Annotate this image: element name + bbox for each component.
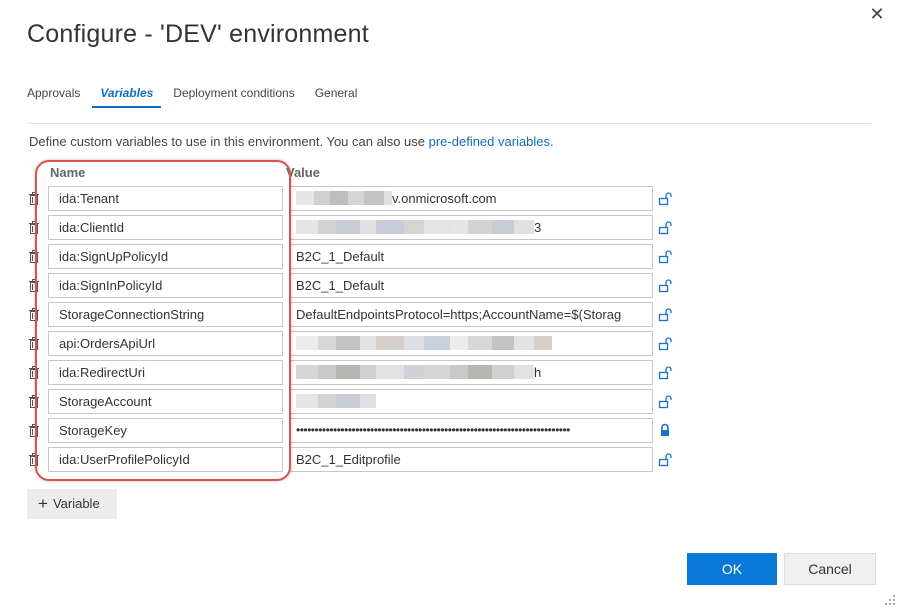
trash-icon[interactable] <box>28 366 40 379</box>
cancel-button[interactable]: Cancel <box>784 553 876 585</box>
unlock-icon[interactable] <box>658 336 672 351</box>
unlock-icon[interactable] <box>658 278 672 293</box>
resize-grip-icon[interactable] <box>884 594 896 606</box>
variable-row: ida:RedirectUri h <box>0 360 899 385</box>
variable-name-input[interactable]: ida:SignInPolicyId <box>48 273 283 298</box>
column-header-value: Value <box>286 165 320 180</box>
unlock-icon[interactable] <box>658 307 672 322</box>
variable-row: ida:Tenant v.onmicrosoft.com <box>0 186 899 211</box>
trash-icon[interactable] <box>28 337 40 350</box>
close-icon[interactable]: ✕ <box>868 5 886 23</box>
trash-icon[interactable] <box>28 308 40 321</box>
variable-row: ida:SignUpPolicyId B2C_1_Default <box>0 244 899 269</box>
unlock-icon[interactable] <box>658 394 672 409</box>
variable-value-input[interactable]: B2C_1_Default <box>289 273 653 298</box>
trash-icon[interactable] <box>28 192 40 205</box>
variable-value-input[interactable]: ••••••••••••••••••••••••••••••••••••••••… <box>289 418 653 443</box>
variable-row: StorageConnectionString DefaultEndpointsP… <box>0 302 899 327</box>
plus-icon: + <box>38 494 48 513</box>
variable-name-input[interactable]: StorageAccount <box>48 389 283 414</box>
tab-deployment-conditions[interactable]: Deployment conditions <box>173 86 294 108</box>
variable-name-input[interactable]: ida:SignUpPolicyId <box>48 244 283 269</box>
variable-value-input[interactable]: h <box>289 360 653 385</box>
tab-general[interactable]: General <box>315 86 358 108</box>
column-header-name: Name <box>50 165 86 180</box>
variable-name-input[interactable]: ida:ClientId <box>48 215 283 240</box>
lock-icon[interactable] <box>658 423 672 438</box>
variable-name-input[interactable]: ida:Tenant <box>48 186 283 211</box>
unlock-icon[interactable] <box>658 191 672 206</box>
unlock-icon[interactable] <box>658 452 672 467</box>
variable-value-text: h <box>534 365 542 380</box>
trash-icon[interactable] <box>28 221 40 234</box>
variable-row: ida:ClientId 3 <box>0 215 899 240</box>
unlock-icon[interactable] <box>658 249 672 264</box>
trash-icon[interactable] <box>28 250 40 263</box>
variable-value-input[interactable]: 3 <box>289 215 653 240</box>
variable-name-input[interactable]: api:OrdersApiUrl <box>48 331 283 356</box>
variable-value-input[interactable]: v.onmicrosoft.com <box>289 186 653 211</box>
trash-icon[interactable] <box>28 395 40 408</box>
trash-icon[interactable] <box>28 279 40 292</box>
variable-value-text: 3 <box>534 220 542 235</box>
variable-row: StorageAccount <box>0 389 899 414</box>
tab-bar: Approvals Variables Deployment condition… <box>27 86 377 108</box>
variable-name-input[interactable]: StorageKey <box>48 418 283 443</box>
variable-value-input[interactable] <box>289 389 653 414</box>
variable-name-input[interactable]: ida:RedirectUri <box>48 360 283 385</box>
variable-row: ida:SignInPolicyId B2C_1_Default <box>0 273 899 298</box>
variable-value-input[interactable]: DefaultEndpointsProtocol=https;AccountNa… <box>289 302 653 327</box>
unlock-icon[interactable] <box>658 365 672 380</box>
tab-variables[interactable]: Variables <box>92 86 162 108</box>
tab-divider <box>27 123 871 124</box>
add-variable-button[interactable]: + Variable <box>27 489 117 519</box>
trash-icon[interactable] <box>28 424 40 437</box>
predefined-variables-link[interactable]: pre-defined variables. <box>429 134 554 149</box>
variable-value-input[interactable]: B2C_1_Editprofile <box>289 447 653 472</box>
tab-approvals[interactable]: Approvals <box>27 86 80 108</box>
variable-name-input[interactable]: ida:UserProfilePolicyId <box>48 447 283 472</box>
variable-value-input[interactable] <box>289 331 653 356</box>
variable-value-input[interactable]: B2C_1_Default <box>289 244 653 269</box>
unlock-icon[interactable] <box>658 220 672 235</box>
variable-row: api:OrdersApiUrl <box>0 331 899 356</box>
variable-row: ida:UserProfilePolicyId B2C_1_Editprofile <box>0 447 899 472</box>
trash-icon[interactable] <box>28 453 40 466</box>
add-variable-label: Variable <box>52 496 100 511</box>
description-text: Define custom variables to use in this e… <box>29 134 429 149</box>
ok-button[interactable]: OK <box>687 553 777 585</box>
variable-row: StorageKey ••••••••••••••••••••••••••••••… <box>0 418 899 443</box>
variable-name-input[interactable]: StorageConnectionString <box>48 302 283 327</box>
dialog-title: Configure - 'DEV' environment <box>27 20 369 48</box>
description: Define custom variables to use in this e… <box>29 134 554 149</box>
variable-value-text: v.onmicrosoft.com <box>392 191 497 206</box>
